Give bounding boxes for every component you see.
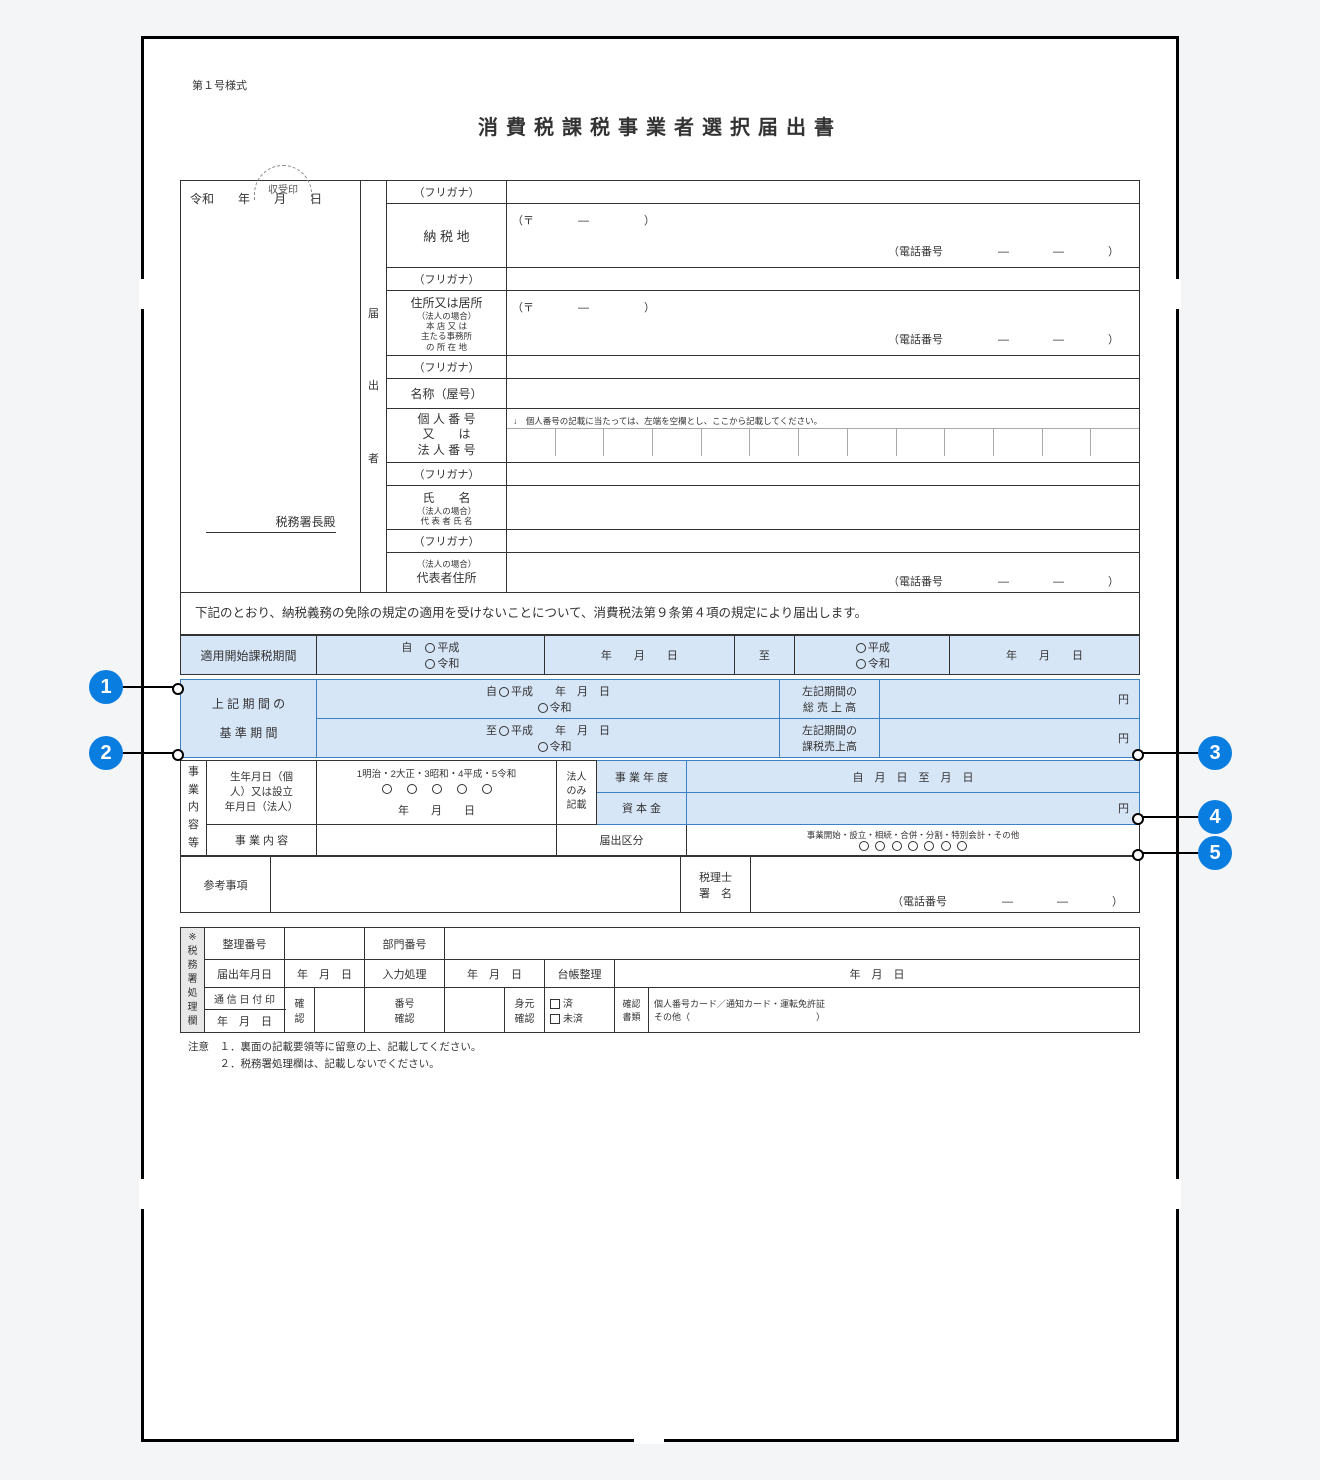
- sec2-sales2-label: 左記期間の 課税売上高: [780, 719, 880, 758]
- postal-field[interactable]: （〒 ― ）: [507, 204, 1140, 236]
- sec2-sales1-field[interactable]: 円: [880, 680, 1140, 719]
- sec2-label: 上 記 期 間 の基 準 期 間: [181, 680, 317, 758]
- zeirishi-field[interactable]: （電話番号 ― ― ）: [751, 857, 1140, 913]
- statement-text: 下記のとおり、納税義務の免除の規定の適用を受けないことについて、消費税法第９条第…: [180, 593, 1140, 635]
- receipt-stamp: 収受印: [254, 165, 312, 201]
- rep-address-label: 代表者住所: [392, 569, 501, 586]
- shimei-label: 氏 名: [392, 489, 501, 506]
- zeirishi-label: 税理士 署 名: [681, 857, 751, 913]
- sec1-from[interactable]: 自 平成 令和: [317, 636, 545, 675]
- sec1-to: 至: [734, 636, 794, 675]
- callout-2: 2: [89, 736, 123, 770]
- number-field[interactable]: ↓ 個人番号の記載に当たっては、左端を空欄とし、ここから記載してください。: [507, 408, 1140, 462]
- birth-field[interactable]: 1明治・2大正・3昭和・4平成・5令和 年 月 日: [317, 761, 557, 824]
- shihon-field[interactable]: 円: [687, 792, 1140, 824]
- address-label: 住所又は居所: [392, 294, 501, 311]
- sec3-vert: 事業内容等: [181, 761, 207, 856]
- callout-4: 4: [1198, 800, 1232, 834]
- sankou-label: 参考事項: [181, 857, 271, 913]
- callout-1: 1: [89, 670, 123, 704]
- callout-5: 5: [1198, 836, 1232, 870]
- filer-vertical-label: 届出者: [361, 181, 387, 593]
- sec2-sales1-label: 左記期間の 総 売 上 高: [780, 680, 880, 719]
- naiyo-label: 事 業 内 容: [207, 824, 317, 856]
- form-number: 第１号様式: [192, 77, 1140, 93]
- nendo-label: 事 業 年 度: [597, 761, 687, 793]
- name-label: 名称（屋号）: [387, 378, 507, 408]
- sec1-label: 適用開始課税期間: [181, 636, 317, 675]
- sec2-sales2-field[interactable]: 円: [880, 719, 1140, 758]
- furigana-label: （フリガナ）: [387, 181, 507, 204]
- kubun-label: 届出区分: [557, 824, 687, 856]
- shihon-label: 資 本 金: [597, 792, 687, 824]
- naiyo-field[interactable]: [317, 824, 557, 856]
- name-field[interactable]: [507, 378, 1140, 408]
- tel-field-2[interactable]: （電話番号 ― ― ）: [507, 323, 1140, 355]
- sankou-field[interactable]: [271, 857, 681, 913]
- tel-field-1[interactable]: （電話番号 ― ― ）: [507, 236, 1140, 268]
- number-label: 個 人 番 号 又 は 法 人 番 号: [387, 408, 507, 462]
- shori-vert: ※税務署処理欄: [181, 928, 205, 1033]
- tax-office-addressee: 税務署長殿: [206, 513, 336, 533]
- shimei-field[interactable]: [507, 485, 1140, 529]
- callout-3: 3: [1198, 736, 1232, 770]
- birth-label: 生年月日（個 人）又は設立 年月日（法人）: [207, 761, 317, 824]
- kubun-field[interactable]: 事業開始・設立・相続・合併・分割・特別会計・その他: [687, 824, 1140, 856]
- tax-location-label: 納 税 地: [387, 204, 507, 268]
- notes: 注意 １．裏面の記載要領等に留意の上、記載してください。 ２．税務署処理欄は、記…: [180, 1039, 1140, 1073]
- nendo-field[interactable]: 自 月 日 至 月 日: [687, 761, 1140, 793]
- document-title: 消費税課税事業者選択届出書: [180, 111, 1140, 140]
